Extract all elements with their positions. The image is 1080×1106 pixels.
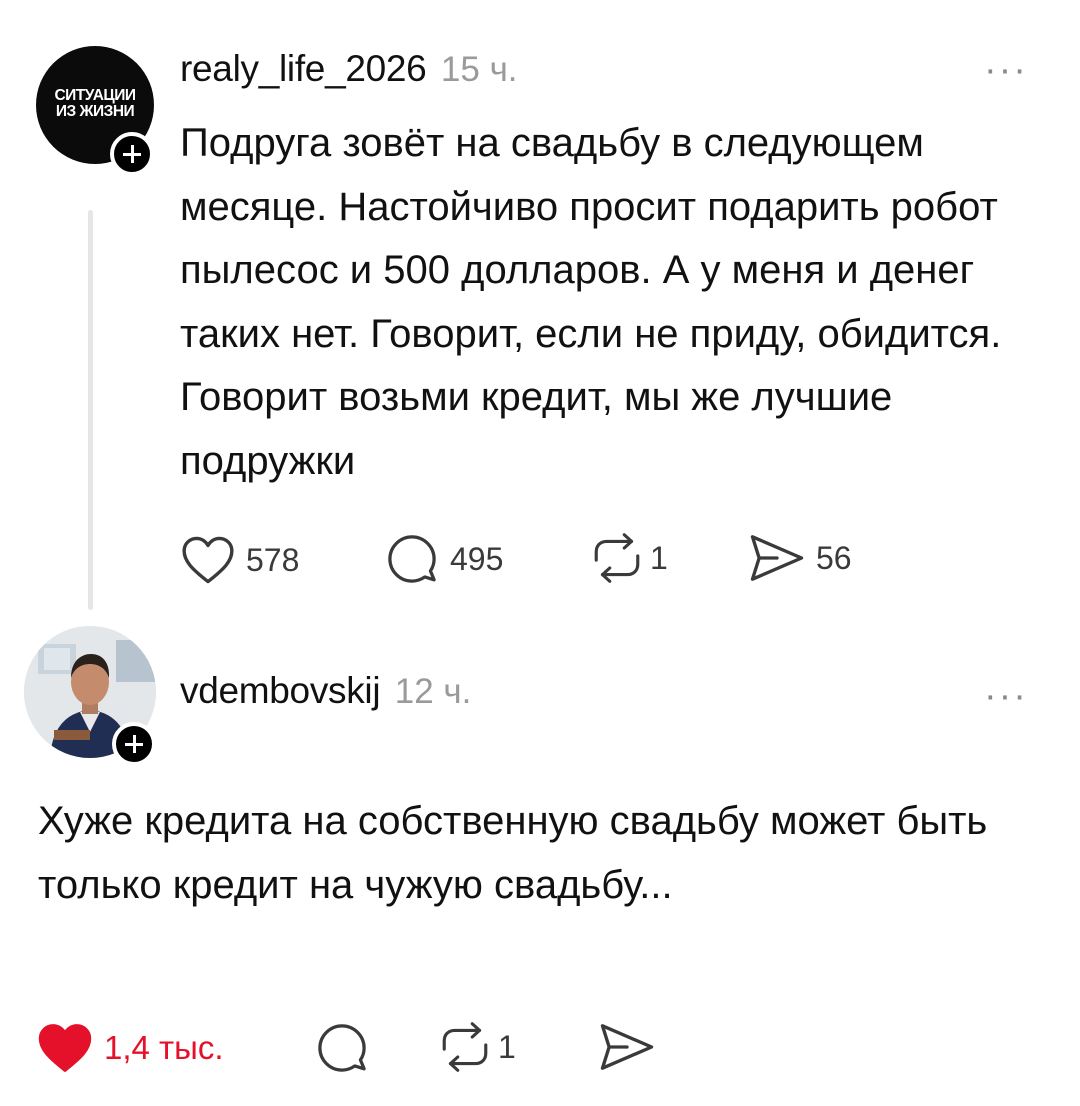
repost-count: 1 (650, 539, 668, 576)
reply-repost-count: 1 (498, 1028, 516, 1065)
reply-header: vdembovskij 12 ч. (180, 670, 471, 712)
reply-share-button[interactable] (598, 1022, 656, 1072)
reply-repost-button[interactable]: 1 (438, 1022, 516, 1072)
reply-like-button[interactable]: 1,4 тыс. (36, 1022, 224, 1074)
post-time: 15 ч. (440, 50, 518, 89)
reply-author-username[interactable]: vdembovskij (180, 670, 381, 711)
comment-bubble-icon (386, 533, 438, 585)
repost-icon (590, 533, 644, 583)
more-options-button[interactable]: ··· (984, 51, 1028, 89)
comment-bubble-icon (316, 1022, 368, 1074)
repost-button[interactable]: 1 (590, 533, 668, 583)
author-username[interactable]: realy_life_2026 (180, 48, 427, 89)
post-text: Подруга зовёт на свадьбу в следующем мес… (180, 121, 1002, 483)
comment-count: 495 (450, 540, 504, 577)
thread-connector-line (88, 210, 93, 610)
like-count: 578 (246, 541, 300, 578)
avatar-text-line1: СИТУАЦИИ (54, 87, 136, 104)
reply-text: Хуже кредита на собственную свадьбу може… (38, 799, 988, 907)
follow-plus-button[interactable] (110, 132, 154, 176)
send-icon (598, 1022, 656, 1072)
reply-comment-button[interactable] (316, 1022, 368, 1074)
heart-icon (180, 535, 236, 585)
reply-more-options-button[interactable]: ··· (984, 677, 1028, 715)
heart-filled-icon (36, 1022, 94, 1074)
send-icon (748, 533, 806, 583)
reply-follow-plus-button[interactable] (112, 722, 156, 766)
reply-like-count: 1,4 тыс. (104, 1029, 224, 1066)
avatar-text-line2: ИЗ ЖИЗНИ (55, 103, 135, 120)
like-button[interactable]: 578 (180, 535, 299, 585)
repost-icon (438, 1022, 492, 1072)
post-header: realy_life_2026 15 ч. (180, 48, 518, 90)
share-button[interactable]: 56 (748, 533, 852, 583)
comment-button[interactable]: 495 (386, 533, 503, 585)
share-count: 56 (816, 539, 852, 576)
reply-time: 12 ч. (394, 672, 472, 711)
